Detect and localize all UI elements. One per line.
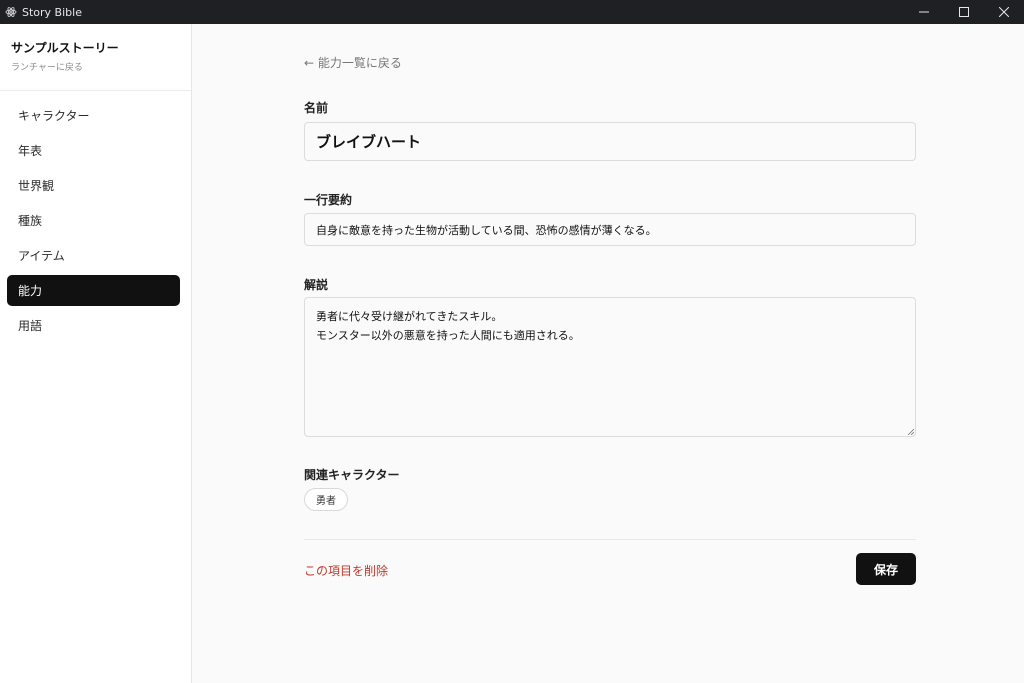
back-to-abilities-link[interactable]: ← 能力一覧に戻る bbox=[304, 54, 402, 71]
delete-item-button[interactable]: この項目を削除 bbox=[304, 562, 388, 579]
close-icon bbox=[999, 7, 1009, 17]
divider bbox=[304, 539, 916, 540]
related-character-chip[interactable]: 勇者 bbox=[304, 488, 348, 511]
sidebar-item-characters[interactable]: キャラクター bbox=[7, 100, 180, 131]
sidebar-nav: キャラクター 年表 世界観 種族 アイテム 能力 用語 bbox=[0, 91, 191, 341]
description-textarea[interactable]: 勇者に代々受け継がれてきたスキル。 モンスター以外の悪意を持った人間にも適用され… bbox=[304, 297, 916, 437]
maximize-button[interactable] bbox=[944, 0, 984, 24]
sidebar-item-worldview[interactable]: 世界観 bbox=[7, 170, 180, 201]
window-titlebar: Story Bible bbox=[0, 0, 1024, 24]
back-to-launcher-link[interactable]: ランチャーに戻る bbox=[11, 62, 191, 74]
description-label: 解説 bbox=[304, 278, 329, 292]
minimize-icon bbox=[919, 11, 929, 13]
summary-label: 一行要約 bbox=[304, 193, 353, 207]
maximize-icon bbox=[959, 7, 969, 17]
sidebar-item-timeline[interactable]: 年表 bbox=[7, 135, 180, 166]
save-button[interactable]: 保存 bbox=[856, 553, 916, 585]
sidebar-item-abilities[interactable]: 能力 bbox=[7, 275, 180, 306]
description-line: 勇者に代々受け継がれてきたスキル。 bbox=[316, 310, 503, 323]
sidebar: サンプルストーリー ランチャーに戻る キャラクター 年表 世界観 種族 アイテム… bbox=[0, 24, 192, 683]
close-button[interactable] bbox=[984, 0, 1024, 24]
summary-input[interactable]: 自身に敵意を持った生物が活動している間、恐怖の感情が薄くなる。 bbox=[304, 213, 916, 246]
sidebar-item-terms[interactable]: 用語 bbox=[7, 310, 180, 341]
atom-icon bbox=[5, 6, 17, 18]
resize-handle-icon[interactable] bbox=[907, 428, 914, 435]
window-title: Story Bible bbox=[22, 5, 82, 19]
sidebar-item-items[interactable]: アイテム bbox=[7, 240, 180, 271]
project-header: サンプルストーリー ランチャーに戻る bbox=[0, 24, 191, 91]
project-name: サンプルストーリー bbox=[11, 41, 119, 55]
related-characters-label: 関連キャラクター bbox=[304, 468, 400, 482]
sidebar-item-races[interactable]: 種族 bbox=[7, 205, 180, 236]
main-panel: ← 能力一覧に戻る 名前 ブレイブハート 一行要約 自身に敵意を持った生物が活動… bbox=[192, 24, 1024, 683]
minimize-button[interactable] bbox=[904, 0, 944, 24]
name-label: 名前 bbox=[304, 101, 329, 115]
description-line: モンスター以外の悪意を持った人間にも適用される。 bbox=[316, 329, 580, 342]
name-input[interactable]: ブレイブハート bbox=[304, 122, 916, 161]
window-controls bbox=[904, 0, 1024, 24]
